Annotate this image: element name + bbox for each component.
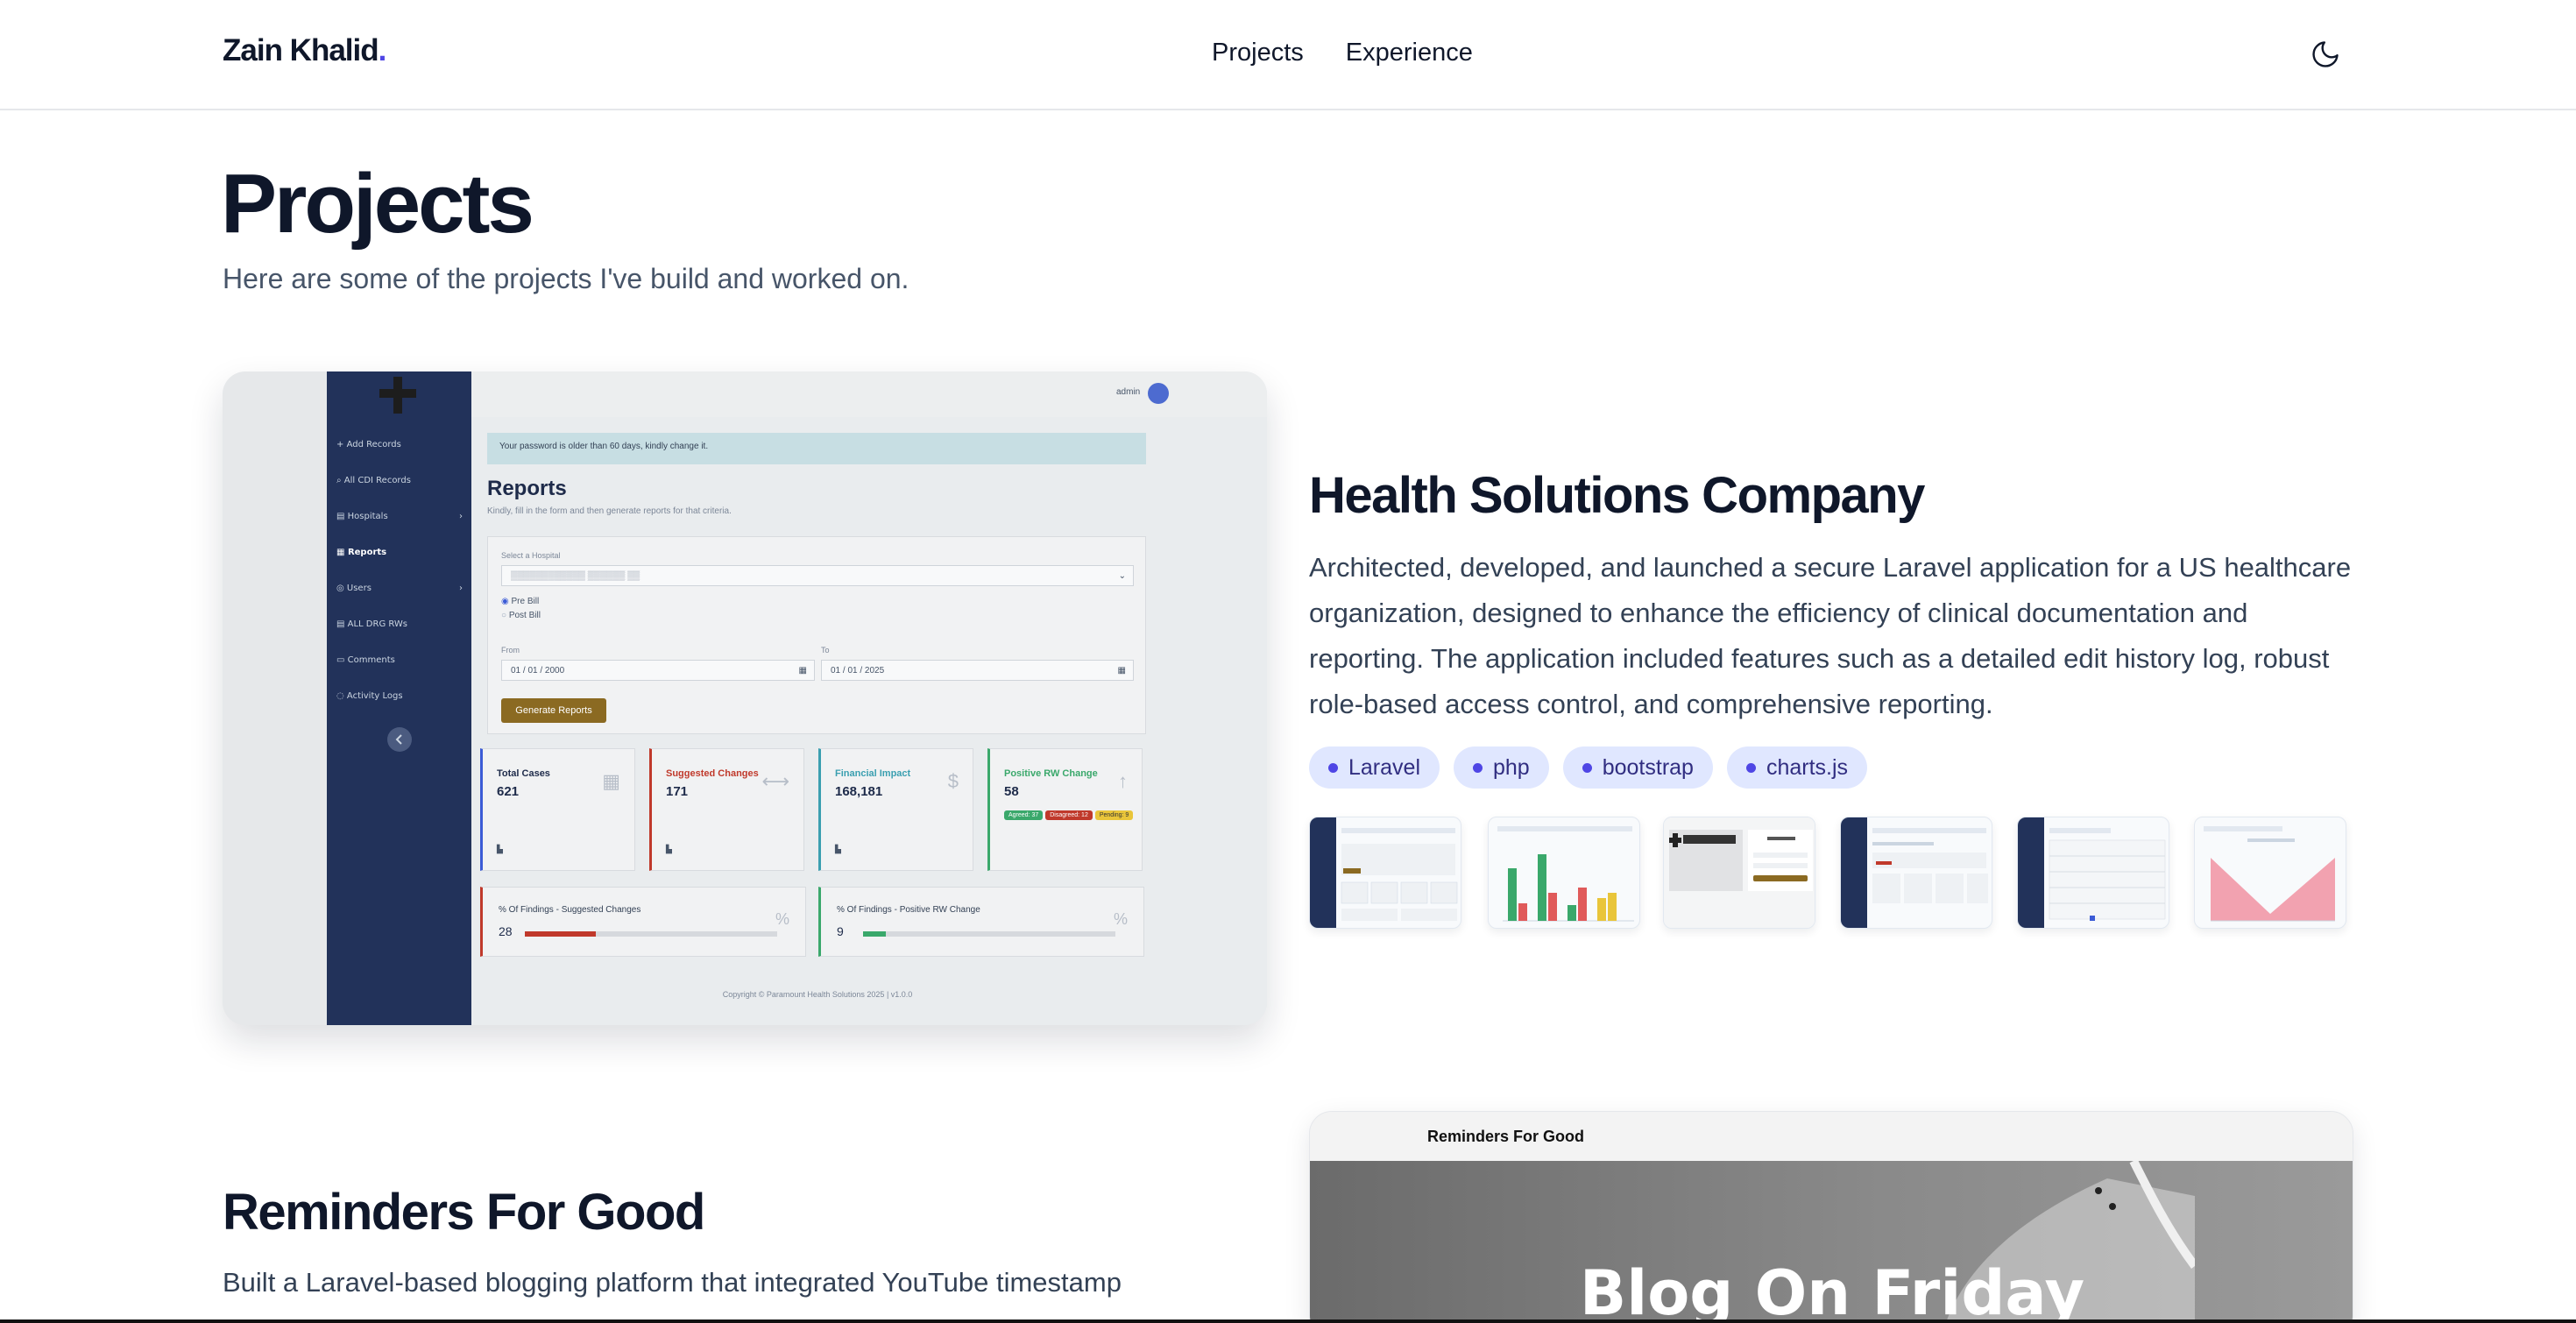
nav-link-projects[interactable]: Projects — [1212, 39, 1304, 67]
arrow-up-icon: ↑ — [1118, 770, 1128, 792]
page-title: Projects — [221, 157, 534, 251]
stat-positive-rw-change: Positive RW Change 58 ↑ Agreed: 37 Disagr… — [987, 748, 1143, 871]
chart-mini-icon: ▙ — [497, 845, 503, 853]
project-description: Architected, developed, and launched a s… — [1309, 552, 2352, 719]
tech-tags: Laravel php bootstrap charts.js — [1309, 746, 1868, 789]
blog-hero: Blog On Friday — [1310, 1161, 2353, 1323]
sidebar-item-add-records: + Add Records — [336, 440, 401, 449]
stat-suggested-changes: Suggested Changes 171 ⟷ ▙ — [649, 748, 804, 871]
site-name: Reminders For Good — [1427, 1128, 1585, 1145]
sidebar-item-all-drg-rws: ▤ ALL DRG RWs — [336, 619, 408, 629]
sidebar-item-users: ◎ Users › — [336, 584, 463, 593]
stat-total-cases: Total Cases 621 ▦ ▙ — [480, 748, 635, 871]
project-title: Health Solutions Company — [1309, 467, 1925, 524]
main-nav: Projects Experience — [1212, 39, 1473, 67]
password-alert: Your password is older than 60 days, kin… — [487, 433, 1146, 464]
site-nav: Reminders For Good — [1310, 1112, 2353, 1161]
theme-toggle-button[interactable] — [2306, 35, 2345, 74]
window-frame-edge — [0, 1319, 2576, 1323]
brand-logo[interactable]: Zain Khalid. — [223, 33, 386, 68]
from-label: From — [501, 646, 520, 654]
findings-positive-rw-change: % Of Findings - Positive RW Change 9 % — [818, 887, 1144, 957]
generate-reports-button: Generate Reports — [501, 698, 606, 723]
project-title-2: Reminders For Good — [223, 1184, 705, 1241]
project-description-2: Built a Laravel-based blogging platform … — [223, 1267, 1122, 1298]
project-screenshot-reminders[interactable]: Reminders For Good Blog On Friday — [1309, 1111, 2353, 1323]
chart-mini-icon: ▙ — [835, 845, 841, 853]
app-main: admin Your password is older than 60 day… — [471, 371, 1267, 1025]
sidebar-item-hospitals: ▤ Hospitals › — [336, 512, 463, 521]
sidebar-item-comments: ▭ Comments — [336, 655, 395, 665]
site-header: Zain Khalid. Projects Experience — [0, 0, 2576, 110]
user-name: admin — [1116, 387, 1141, 397]
report-form: Select a Hospital ▒▒▒▒▒▒▒▒▒▒▒▒ ▒▒▒▒▒▒ ▒▒… — [487, 536, 1146, 734]
app-sidebar: + Add Records ⌕ All CDI Records ▤ Hospit… — [327, 371, 471, 1025]
tag-bootstrap: bootstrap — [1562, 746, 1713, 789]
hero-text: Blog On Friday — [1579, 1257, 2085, 1323]
brand-dot: . — [378, 33, 387, 67]
sidebar-item-reports: ▦ Reports — [336, 548, 387, 557]
from-date: 01 / 01 / 2000 ▦ — [501, 660, 815, 681]
radio-pre-bill: ◉ Pre Bill — [501, 597, 540, 606]
moon-icon — [2312, 41, 2339, 67]
rw-pills: Agreed: 37 Disagreed: 12 Pending: 9 — [1004, 805, 1136, 821]
sidebar-collapse-button — [387, 727, 412, 752]
radio-post-bill: ○ Post Bill — [501, 611, 541, 620]
calendar-icon: ▦ — [602, 770, 620, 792]
arrows-icon: ⟷ — [761, 770, 789, 792]
hospital-label: Select a Hospital — [501, 551, 561, 560]
to-date: 01 / 01 / 2025 ▦ — [821, 660, 1134, 681]
chart-mini-icon: ▙ — [666, 845, 672, 853]
app-topbar: admin — [471, 371, 1267, 417]
brand-name: Zain Khalid — [223, 33, 379, 67]
sidebar-item-activity-logs: ◌ Activity Logs — [336, 691, 403, 701]
project-screenshot-health[interactable]: + Add Records ⌕ All CDI Records ▤ Hospit… — [223, 371, 1267, 1025]
dollar-icon: $ — [947, 770, 959, 792]
app-footer: Copyright © Paramount Health Solutions 2… — [722, 990, 913, 999]
tag-laravel: Laravel — [1309, 746, 1440, 789]
gallery-thumb-3[interactable] — [1663, 817, 1815, 929]
tag-php: php — [1454, 746, 1549, 789]
cross-logo-icon — [378, 375, 418, 415]
tag-chartsjs: charts.js — [1726, 746, 1868, 789]
stat-financial-impact: Financial Impact 168,181 $ ▙ — [818, 748, 973, 871]
reports-heading: Reports — [487, 477, 567, 500]
gallery-thumb-6[interactable] — [2194, 817, 2346, 929]
avatar — [1148, 383, 1169, 404]
findings-suggested-changes: % Of Findings - Suggested Changes 28 % — [480, 887, 806, 957]
percent-icon: % — [775, 910, 789, 928]
to-label: To — [821, 646, 830, 654]
nav-link-experience[interactable]: Experience — [1346, 39, 1473, 67]
gallery-thumb-5[interactable] — [2017, 817, 2169, 929]
sidebar-item-all-cdi-records: ⌕ All CDI Records — [336, 476, 411, 485]
gallery-thumb-2[interactable] — [1488, 817, 1640, 929]
gallery-thumb-4[interactable] — [1840, 817, 1992, 929]
percent-icon: % — [1113, 910, 1128, 928]
hospital-select: ▒▒▒▒▒▒▒▒▒▒▒▒ ▒▒▒▒▒▒ ▒▒ ⌄ — [501, 565, 1134, 586]
reports-subheading: Kindly, fill in the form and then genera… — [487, 506, 732, 516]
gallery-thumb-1[interactable] — [1309, 817, 1461, 929]
page-subtitle: Here are some of the projects I've build… — [223, 263, 909, 294]
